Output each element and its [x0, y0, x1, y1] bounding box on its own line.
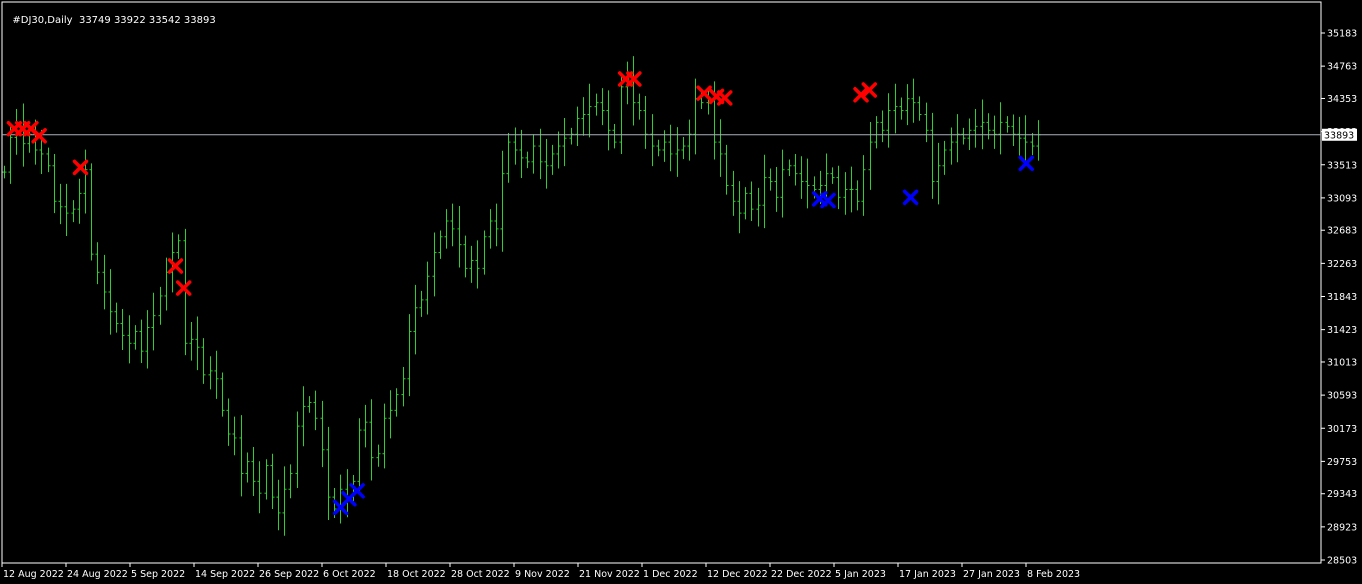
- y-axis-tick-label: 33093: [1327, 193, 1357, 204]
- y-axis-tick-label: 29753: [1327, 457, 1357, 468]
- x-axis-tick-label: 26 Sep 2022: [259, 569, 319, 580]
- sell-marker: [167, 258, 184, 274]
- x-axis-tick-label: 1 Dec 2022: [643, 569, 698, 580]
- x-axis-tick-label: 28 Oct 2022: [451, 569, 510, 580]
- x-axis-tick-label: 9 Nov 2022: [515, 569, 570, 580]
- x-axis-tick-label: 18 Oct 2022: [387, 569, 446, 580]
- buy-marker: [820, 192, 836, 209]
- y-axis-tick-label: 30593: [1327, 391, 1357, 402]
- y-axis-tick-label: 32683: [1327, 226, 1357, 237]
- buy-marker: [1018, 155, 1034, 172]
- ohlc-chart[interactable]: 3518334763343533393333513330933268332263…: [0, 0, 1362, 584]
- buy-marker: [349, 483, 365, 499]
- x-axis-tick-label: 8 Feb 2023: [1027, 569, 1080, 580]
- y-axis-tick-label: 28923: [1327, 522, 1357, 533]
- y-axis-tick-label: 34353: [1327, 94, 1357, 105]
- y-axis-tick-label: 32263: [1327, 259, 1357, 270]
- y-axis-tick-label: 31843: [1327, 292, 1357, 303]
- current-price-tag-label: 33893: [1324, 130, 1354, 141]
- x-axis-tick-label: 12 Dec 2022: [707, 569, 768, 580]
- y-axis-tick-label: 31013: [1327, 357, 1357, 368]
- y-axis-tick-label: 28503: [1327, 556, 1357, 567]
- y-axis-tick-label: 34763: [1327, 62, 1357, 73]
- y-axis-tick-label: 30173: [1327, 424, 1357, 435]
- x-axis-tick-label: 6 Oct 2022: [323, 569, 376, 580]
- x-axis-tick-label: 24 Aug 2022: [67, 569, 128, 580]
- x-axis-tick-label: 21 Nov 2022: [579, 569, 640, 580]
- x-axis-tick-label: 27 Jan 2023: [963, 569, 1020, 580]
- buy-marker: [902, 189, 919, 206]
- y-axis-tick-label: 33513: [1327, 160, 1357, 171]
- y-axis-tick-label: 29343: [1327, 489, 1357, 500]
- chart-frame: [1, 1, 1322, 564]
- x-axis-tick-label: 17 Jan 2023: [899, 569, 956, 580]
- y-axis-tick-label: 31423: [1327, 325, 1357, 336]
- y-axis-tick-label: 35183: [1327, 29, 1357, 40]
- sell-marker: [717, 90, 733, 106]
- sell-marker: [72, 159, 89, 176]
- sell-marker: [31, 128, 47, 144]
- x-axis-tick-label: 14 Sep 2022: [195, 569, 255, 580]
- x-axis-tick-label: 5 Jan 2023: [835, 569, 886, 580]
- sell-marker: [175, 280, 192, 296]
- x-axis-tick-label: 5 Sep 2022: [131, 569, 185, 580]
- x-axis-tick-label: 22 Dec 2022: [771, 569, 832, 580]
- x-axis-tick-label: 12 Aug 2022: [3, 569, 64, 580]
